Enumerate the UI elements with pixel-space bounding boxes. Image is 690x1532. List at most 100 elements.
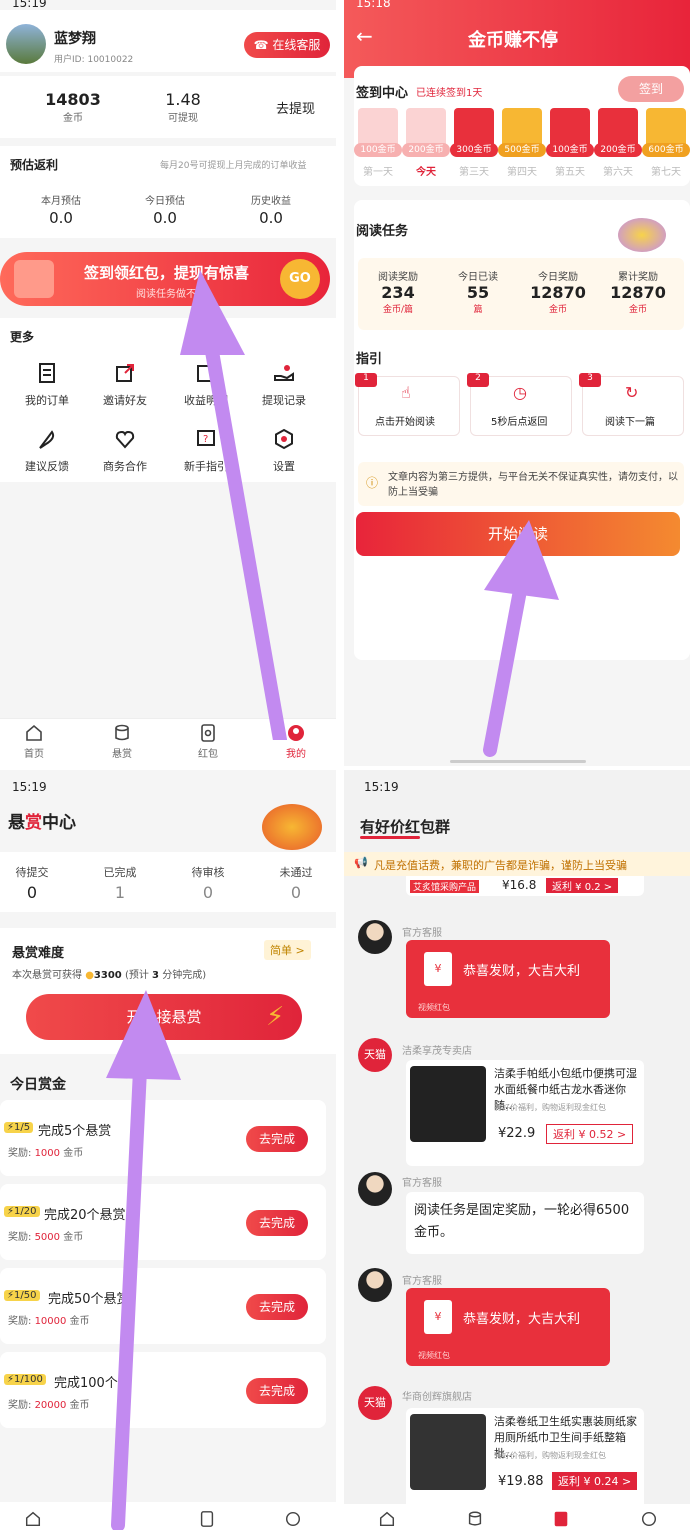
task-title: 完成50个悬赏 [48, 1292, 130, 1307]
day-reward: 300金币 [450, 143, 498, 157]
step-number: 2 [467, 373, 489, 387]
difficulty-title: 悬赏难度 [12, 946, 65, 961]
stat-unit: 金币 [548, 305, 567, 315]
count-pending[interactable]: 待提交 0 [2, 864, 62, 902]
avatar [358, 1172, 392, 1206]
menu-item-orders[interactable]: 我的订单 [7, 362, 87, 408]
withdraw-link[interactable]: 去提现 [276, 98, 315, 117]
complete-button[interactable]: 去完成 [246, 1378, 308, 1404]
stat-label: 今日奖励 [538, 272, 578, 283]
warning-bar: 📢 凡是充值话费，兼职的广告都是诈骗，谨防上当受骗 [344, 852, 690, 876]
reading-title: 阅读任务 [356, 224, 409, 239]
day-envelope-icon [598, 108, 638, 148]
difficulty-level[interactable]: 简单 > [264, 940, 311, 960]
menu-item-business[interactable]: 商务合作 [85, 428, 165, 474]
rebate-button[interactable]: 返利 ¥ 0.52 > [546, 1124, 634, 1144]
count-reviewing[interactable]: 待审核 0 [178, 864, 238, 902]
complete-button[interactable]: 去完成 [246, 1294, 308, 1320]
status-time: 15:19 [12, 0, 47, 10]
progress-badge: ⚡1/20 [4, 1206, 40, 1217]
clock-icon: ◷ [513, 383, 527, 402]
red-packet-text: 恭喜发财，大吉大利 [463, 964, 581, 979]
checkin-title: 签到中心 [356, 86, 409, 101]
red-packet-icon[interactable] [198, 1510, 216, 1528]
checkin-banner[interactable]: 签到领红包，提现有惊喜 阅读任务做不停 GO [0, 252, 330, 306]
rebate-label: 历史收益 [251, 196, 291, 207]
message-text: 阅读任务是固定奖励，一轮必得6500金币。 [414, 1203, 630, 1240]
guide-title: 指引 [356, 352, 383, 367]
database-icon[interactable] [466, 1510, 484, 1528]
stat-value: 12870 [610, 283, 666, 302]
avatar [358, 920, 392, 954]
user-name: 蓝梦翔 [54, 31, 96, 47]
coins-value: 14803 [45, 90, 101, 109]
product-message[interactable]: 洁柔卷纸卫生纸实惠装厕纸家用厕所纸巾卫生间手纸整箱批... 有好价福利，购物返利… [406, 1408, 644, 1514]
red-packet-message[interactable]: ¥ 恭喜发财，大吉大利 视频红包 [406, 940, 610, 1018]
red-packet-text: 恭喜发财，大吉大利 [463, 1312, 581, 1327]
start-bounty-button[interactable]: 开始接悬赏 ⚡ [26, 994, 302, 1040]
start-reading-button[interactable]: 开始阅读 [356, 512, 680, 556]
menu-item-settings[interactable]: 设置 [244, 428, 324, 474]
document-icon [39, 363, 55, 383]
task-reward: 奖励: 20000 金币 [8, 1400, 90, 1411]
stat-unit: 篇 [473, 305, 483, 315]
progress-badge: ⚡1/100 [4, 1374, 46, 1385]
red-packet-sub: 视频红包 [418, 1351, 450, 1360]
withdraw-hand-icon [274, 365, 294, 381]
menu-item-withdraw-records[interactable]: 提现记录 [244, 362, 324, 408]
text-message: 阅读任务是固定奖励，一轮必得6500金币。 [406, 1192, 644, 1254]
avatar[interactable] [6, 24, 46, 64]
headset-icon: ☎ [253, 38, 273, 52]
rebate-card: 预估返利 每月20号可提现上月完成的订单收益 本月预估 0.0 今日预估 0.0… [0, 146, 336, 238]
product-note: 有好价福利，购物返利现金红包 [494, 1103, 606, 1112]
title-underline [360, 836, 420, 839]
go-button[interactable]: GO [280, 259, 320, 299]
menu-item-invite[interactable]: 邀请好友 [85, 362, 165, 408]
red-envelope-icon [14, 260, 54, 298]
count-completed[interactable]: 已完成 1 [90, 864, 150, 902]
day-label: 第三天 [459, 167, 489, 178]
wallet-icon [197, 365, 215, 382]
complete-button[interactable]: 去完成 [246, 1210, 308, 1236]
banner-subtitle: 阅读任务做不停 [136, 289, 206, 300]
warning-icon: ⓘ [366, 476, 379, 490]
online-service-button[interactable]: ☎ 在线客服 [244, 32, 330, 58]
back-icon[interactable]: ← [356, 24, 373, 48]
rebate-button[interactable]: 返利 ¥ 0.2 > [546, 878, 619, 893]
red-packet-message[interactable]: ¥ 恭喜发财，大吉大利 视频红包 [406, 1288, 610, 1366]
menu-item-guide[interactable]: ? 新手指引 [166, 428, 246, 474]
task-reward: 奖励: 10000 金币 [8, 1316, 90, 1327]
stat-value: 234 [381, 283, 415, 302]
red-packet-icon[interactable] [552, 1510, 570, 1528]
reading-card: 阅读任务 阅读奖励 234 金币/篇 今日已读 55 篇 今日奖励 12870 … [354, 200, 690, 660]
profile-icon[interactable] [284, 1510, 302, 1528]
tab-home[interactable]: 首页 [4, 723, 64, 760]
tab-mine[interactable]: 我的 [266, 723, 326, 760]
svg-text:?: ? [203, 434, 208, 445]
stat-label: 今日已读 [458, 272, 498, 283]
user-id: 用户ID: 10010022 [54, 55, 134, 65]
tab-redpacket[interactable]: 红包 [178, 723, 238, 760]
checkin-button[interactable]: 签到 [618, 76, 684, 102]
count-rejected[interactable]: 未通过 0 [266, 864, 326, 902]
product-message[interactable]: 洁柔手帕纸小包纸巾便携可湿水面纸餐巾纸古龙水香迷你随... 有好价福利，购物返利… [406, 1060, 644, 1166]
coin-illustration-icon [618, 218, 666, 252]
complete-button[interactable]: 去完成 [246, 1126, 308, 1152]
task-reward: 奖励: 1000 金币 [8, 1148, 84, 1159]
profile-icon[interactable] [640, 1510, 658, 1528]
tab-bounty[interactable]: 悬赏 [92, 723, 152, 760]
menu-item-earnings[interactable]: 收益明细 [166, 362, 246, 408]
coins-screen: 15:18 ← 金币赚不停 签到中心 已连续签到1天 签到 阅读任务 阅读奖励 … [344, 0, 690, 766]
home-icon[interactable] [378, 1510, 396, 1528]
notice-box: ⓘ 文章内容为第三方提供，与平台无关不保证真实性，请勿支付，以防上当受骗 [358, 462, 684, 506]
day-envelope-icon [646, 108, 686, 148]
stat-label: 累计奖励 [618, 272, 658, 283]
product-tag: 艾炙馆采购产品 [410, 880, 480, 893]
rebate-button[interactable]: 返利 ¥ 0.24 > [552, 1472, 638, 1490]
menu-item-feedback[interactable]: 建议反馈 [7, 428, 87, 474]
step-label: 点击开始阅读 [375, 417, 435, 428]
stat-value: 55 [466, 283, 490, 302]
home-icon[interactable] [24, 1510, 42, 1528]
withdrawable-label: 可提现 [168, 113, 198, 124]
feather-icon [39, 430, 55, 449]
